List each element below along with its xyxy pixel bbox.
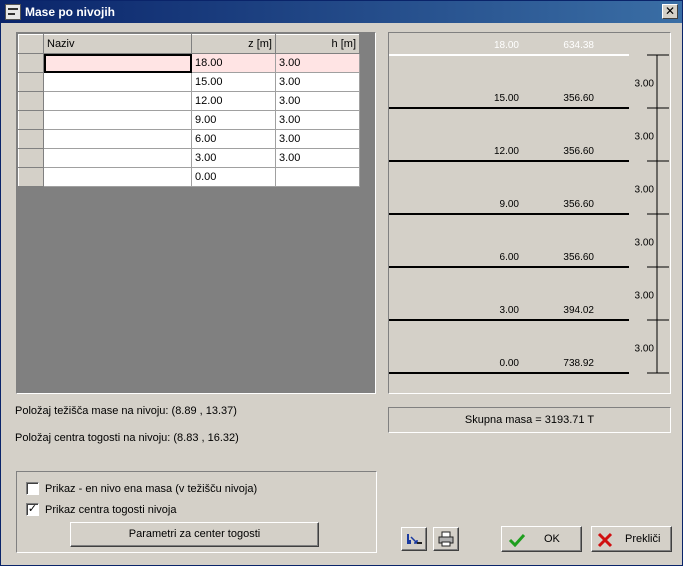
- stiffness-center-checkbox[interactable]: ✓: [26, 503, 39, 516]
- story-height-label: 3.00: [635, 185, 655, 196]
- cell-z[interactable]: 3.00: [191, 148, 276, 168]
- story-height-label: 3.00: [635, 238, 655, 249]
- stiffness-params-button[interactable]: Parametri za center togosti: [70, 522, 319, 547]
- level-z-label: 18.00: [494, 40, 519, 51]
- levels-grid[interactable]: Naziv z [m] h [m] 18.00 3.00 15.00 3.00: [16, 32, 376, 394]
- row-header[interactable]: [18, 72, 44, 92]
- print-button[interactable]: [433, 527, 459, 551]
- red-x-icon: [597, 532, 613, 548]
- column-header-naziv[interactable]: Naziv: [43, 34, 192, 54]
- level-mass-label: 738.92: [563, 358, 594, 369]
- table-row[interactable]: 3.00 3.00: [18, 148, 360, 168]
- level-z-label: 15.00: [494, 93, 519, 104]
- level-z-label: 0.00: [500, 358, 520, 369]
- level-mass-label: 634.38: [563, 40, 594, 51]
- row-header[interactable]: [18, 110, 44, 130]
- level-mass-label: 356.60: [563, 146, 594, 157]
- cell-z[interactable]: 15.00: [191, 72, 276, 92]
- close-icon: ✕: [664, 4, 676, 18]
- cell-z[interactable]: 6.00: [191, 129, 276, 149]
- cell-z[interactable]: 18.00: [191, 53, 276, 73]
- level-mass-label: 394.02: [563, 305, 594, 316]
- corner-header[interactable]: [18, 34, 44, 54]
- cancel-button[interactable]: Prekliči: [591, 526, 672, 552]
- cell-h[interactable]: 3.00: [275, 53, 360, 73]
- single-mass-option[interactable]: Prikaz - en nivo ena masa (v težišču niv…: [26, 482, 257, 495]
- printer-icon: [438, 531, 454, 547]
- single-mass-label: Prikaz - en nivo ena masa (v težišču niv…: [45, 482, 258, 495]
- row-header[interactable]: [18, 148, 44, 168]
- row-header[interactable]: [18, 53, 44, 73]
- row-header[interactable]: [18, 167, 44, 187]
- cell-z[interactable]: 12.00: [191, 91, 276, 111]
- cell-z[interactable]: 0.00: [191, 167, 276, 187]
- mass-center-text: Položaj težišča mase na nivoju: (8.89 , …: [15, 405, 237, 417]
- stiffness-center-option[interactable]: ✓ Prikaz centra togosti nivoja: [26, 503, 176, 516]
- column-header-z[interactable]: z [m]: [191, 34, 276, 54]
- story-height-label: 3.00: [635, 344, 655, 355]
- ok-label: OK: [544, 533, 560, 545]
- table-row[interactable]: 15.00 3.00: [18, 72, 360, 92]
- display-options-panel: Prikaz - en nivo ena masa (v težišču niv…: [16, 471, 377, 553]
- title-bar[interactable]: Mase po nivojih ✕: [1, 1, 682, 23]
- table-row[interactable]: 12.00 3.00: [18, 91, 360, 111]
- row-header[interactable]: [18, 91, 44, 111]
- table-row[interactable]: 9.00 3.00: [18, 110, 360, 130]
- levels-table: Naziv z [m] h [m] 18.00 3.00 15.00 3.00: [18, 34, 360, 187]
- window-title: Mase po nivojih: [25, 5, 116, 19]
- cell-h[interactable]: 3.00: [275, 148, 360, 168]
- story-height-label: 3.00: [635, 291, 655, 302]
- single-mass-checkbox[interactable]: [26, 482, 39, 495]
- cell-naziv[interactable]: [43, 53, 192, 73]
- level-diagram: 18.00 634.38 15.00 356.60 12.00 356.60 9.00 356…: [388, 32, 671, 394]
- export-data-icon: [407, 534, 422, 544]
- export-button[interactable]: [401, 527, 427, 551]
- level-z-label: 6.00: [500, 252, 520, 263]
- cell-naziv[interactable]: [43, 148, 192, 168]
- table-row[interactable]: 6.00 3.00: [18, 129, 360, 149]
- row-header[interactable]: [18, 129, 44, 149]
- close-button[interactable]: ✕: [662, 4, 678, 19]
- cancel-label: Prekliči: [625, 533, 661, 545]
- table-header-row: Naziv z [m] h [m]: [18, 34, 360, 54]
- dialog-window: Mase po nivojih ✕ Naziv z [m] h [m] 18.0…: [0, 0, 683, 566]
- cell-naziv[interactable]: [43, 72, 192, 92]
- table-row[interactable]: 0.00: [18, 167, 360, 187]
- cell-z[interactable]: 9.00: [191, 110, 276, 130]
- cell-naziv[interactable]: [43, 129, 192, 149]
- level-mass-label: 356.60: [563, 252, 594, 263]
- story-height-label: 3.00: [635, 79, 655, 90]
- level-z-label: 12.00: [494, 146, 519, 157]
- cell-h[interactable]: [275, 167, 360, 187]
- cell-h[interactable]: 3.00: [275, 91, 360, 111]
- level-mass-label: 356.60: [563, 93, 594, 104]
- cell-naziv[interactable]: [43, 110, 192, 130]
- level-mass-label: 356.60: [563, 199, 594, 210]
- table-row[interactable]: 18.00 3.00: [18, 53, 360, 73]
- story-height-label: 3.00: [635, 132, 655, 143]
- cell-naziv[interactable]: [43, 91, 192, 111]
- level-z-label: 3.00: [500, 305, 520, 316]
- cell-h[interactable]: 3.00: [275, 110, 360, 130]
- stiffness-center-text: Položaj centra togosti na nivoju: (8.83 …: [15, 432, 239, 444]
- cell-h[interactable]: 3.00: [275, 72, 360, 92]
- ok-button[interactable]: OK: [501, 526, 582, 552]
- column-header-h[interactable]: h [m]: [275, 34, 360, 54]
- cell-naziv[interactable]: [43, 167, 192, 187]
- app-window-icon: [5, 4, 21, 20]
- level-diagram-svg: 18.00 634.38 15.00 356.60 12.00 356.60 9.00 356…: [389, 40, 669, 374]
- cell-h[interactable]: 3.00: [275, 129, 360, 149]
- level-z-label: 9.00: [500, 199, 520, 210]
- checkmark-icon: [508, 533, 526, 547]
- stiffness-center-label: Prikaz centra togosti nivoja: [45, 503, 177, 516]
- total-mass-display: Skupna masa = 3193.71 T: [388, 407, 671, 433]
